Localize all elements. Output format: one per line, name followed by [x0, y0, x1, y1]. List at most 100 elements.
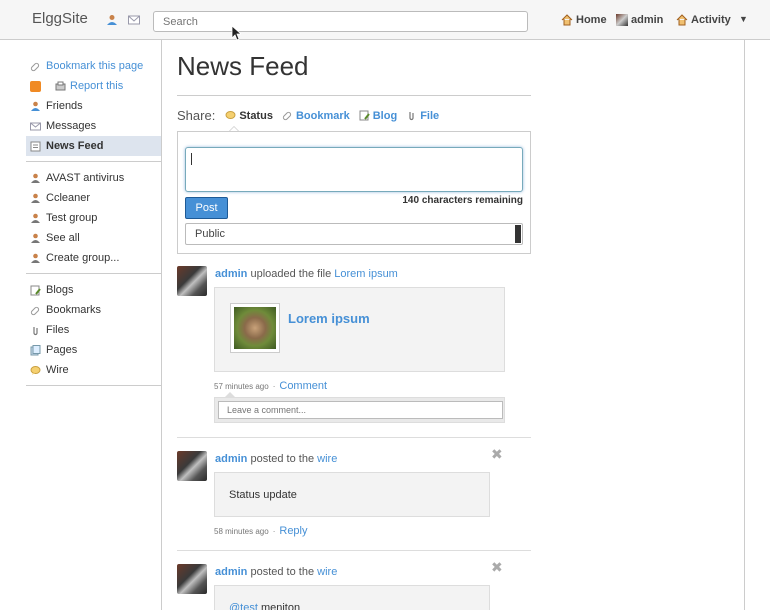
tab-status-label: Status	[239, 109, 273, 122]
envelope-icon	[30, 122, 41, 130]
sidebar-item-label: Test group	[46, 212, 98, 224]
feed-divider	[177, 437, 531, 438]
nav-home[interactable]: Home	[561, 14, 607, 26]
link-icon	[30, 62, 40, 71]
sidebar-separator	[26, 273, 161, 274]
feed-user-link[interactable]: admin	[215, 268, 247, 280]
tab-bookmark[interactable]: Bookmark	[282, 110, 350, 122]
link-icon	[282, 111, 291, 121]
status-composer: Post 140 characters remaining Public	[177, 131, 531, 254]
avatar[interactable]	[177, 564, 207, 594]
feed-object-link[interactable]: wire	[317, 566, 337, 578]
tab-blog-label: Blog	[372, 109, 398, 122]
sidebar-item-messages[interactable]: Messages	[26, 116, 161, 136]
feed-item-meta: 58 minutes ago · Reply	[214, 525, 308, 537]
sidebar-item-label: News Feed	[46, 140, 104, 152]
group-icon	[31, 233, 40, 243]
sidebar-item-create-group[interactable]: Create group...	[26, 248, 161, 268]
blog-icon	[30, 285, 41, 295]
friends-icon[interactable]	[106, 14, 118, 26]
select-arrow-icon	[515, 225, 521, 243]
share-label: Share:	[177, 108, 216, 123]
sidebar-item-label: Wire	[46, 364, 69, 376]
access-select[interactable]: Public	[185, 223, 523, 245]
activity-icon	[676, 14, 688, 26]
file-thumbnail[interactable]	[230, 303, 280, 353]
sidebar-item-news-feed[interactable]: News Feed	[26, 136, 161, 156]
file-thumbnail-image	[234, 307, 276, 349]
access-select-value: Public	[195, 228, 225, 240]
reply-link[interactable]: Reply	[279, 525, 307, 537]
sidebar-item-group-avast[interactable]: AVAST antivirus	[26, 168, 161, 188]
sidebar-item-label: Pages	[46, 344, 78, 356]
sidebar-item-wire[interactable]: Wire	[26, 360, 161, 380]
sidebar-item-bookmarks[interactable]: Bookmarks	[26, 300, 161, 320]
sidebar-item-files[interactable]: Files	[26, 320, 161, 340]
blog-icon	[359, 110, 370, 121]
tab-status[interactable]: Status	[225, 110, 273, 122]
wire-post-text: Status update	[229, 489, 297, 501]
meta-separator: ·	[272, 381, 276, 391]
sidebar-item-label: Ccleaner	[46, 192, 91, 204]
feed-user-link[interactable]: admin	[215, 453, 247, 465]
group-icon	[31, 253, 40, 263]
feed-item-summary: admin posted to the wire	[215, 566, 337, 578]
sidebar-item-label: Bookmarks	[46, 304, 102, 316]
sidebar-item-see-all[interactable]: See all	[26, 228, 161, 248]
sidebar-item-label: See all	[46, 232, 80, 244]
sidebar-separator	[26, 385, 161, 386]
nav-activity-label: Activity	[691, 14, 731, 26]
report-link[interactable]: Report this	[26, 76, 161, 96]
sidebar-item-label: Friends	[46, 100, 83, 112]
nav-activity[interactable]: Activity	[676, 14, 731, 26]
nav-dropdown-icon[interactable]: ▼	[739, 14, 748, 24]
nav-admin[interactable]: admin	[616, 14, 663, 26]
paperclip-icon	[409, 112, 414, 121]
sidebar-separator	[26, 161, 161, 162]
feed-item-summary: admin posted to the wire	[215, 453, 337, 465]
comment-input[interactable]	[218, 401, 503, 419]
sidebar-item-group-test[interactable]: Test group	[26, 208, 161, 228]
feed-action-text: uploaded the file	[250, 268, 332, 280]
avatar[interactable]	[177, 266, 207, 296]
site-name[interactable]: ElggSite	[32, 10, 88, 27]
search-input[interactable]	[153, 11, 528, 32]
tab-file[interactable]: File	[406, 110, 439, 122]
feed-object-link[interactable]: Lorem ipsum	[334, 268, 398, 280]
home-icon	[561, 14, 573, 26]
wire-post-body: meniton	[257, 602, 301, 610]
nav-home-label: Home	[576, 14, 607, 26]
sidebar-item-blogs[interactable]: Blogs	[26, 280, 161, 300]
comment-link[interactable]: Comment	[279, 380, 327, 392]
sidebar-item-group-ccleaner[interactable]: Ccleaner	[26, 188, 161, 208]
file-title-link[interactable]: Lorem ipsum	[288, 311, 370, 326]
sidebar-item-pages[interactable]: Pages	[26, 340, 161, 360]
group-icon	[31, 173, 40, 183]
mention-link[interactable]: @test	[229, 602, 258, 610]
bookmark-page-link[interactable]: Bookmark this page	[26, 56, 161, 76]
bookmark-page-label: Bookmark this page	[46, 60, 144, 72]
file-preview-card: Lorem ipsum	[214, 287, 505, 372]
news-feed-icon	[30, 141, 41, 151]
avatar[interactable]	[177, 451, 207, 481]
feed-action-text: posted to the	[250, 566, 315, 578]
delete-icon[interactable]: ✖	[491, 559, 503, 576]
tab-bookmark-label: Bookmark	[295, 109, 350, 122]
report-icon	[55, 81, 66, 90]
topbar: ElggSite Home admin Activity ▼	[0, 0, 770, 41]
envelope-icon[interactable]	[128, 14, 140, 26]
post-button[interactable]: Post	[185, 197, 228, 219]
tab-blog[interactable]: Blog	[359, 110, 397, 122]
rss-icon	[30, 80, 41, 92]
status-textarea[interactable]	[185, 147, 523, 192]
delete-icon[interactable]: ✖	[491, 446, 503, 463]
sidebar-item-friends[interactable]: Friends	[26, 96, 161, 116]
text-caret	[191, 153, 192, 165]
sidebar: Bookmark this page Report this Friends M…	[26, 56, 161, 392]
characters-remaining: 140 characters remaining	[402, 195, 523, 206]
feed-user-link[interactable]: admin	[215, 566, 247, 578]
report-label: Report this	[70, 80, 124, 92]
page-title: News Feed	[177, 51, 309, 81]
feed-object-link[interactable]: wire	[317, 453, 337, 465]
wire-post-bubble: Status update	[214, 472, 490, 517]
